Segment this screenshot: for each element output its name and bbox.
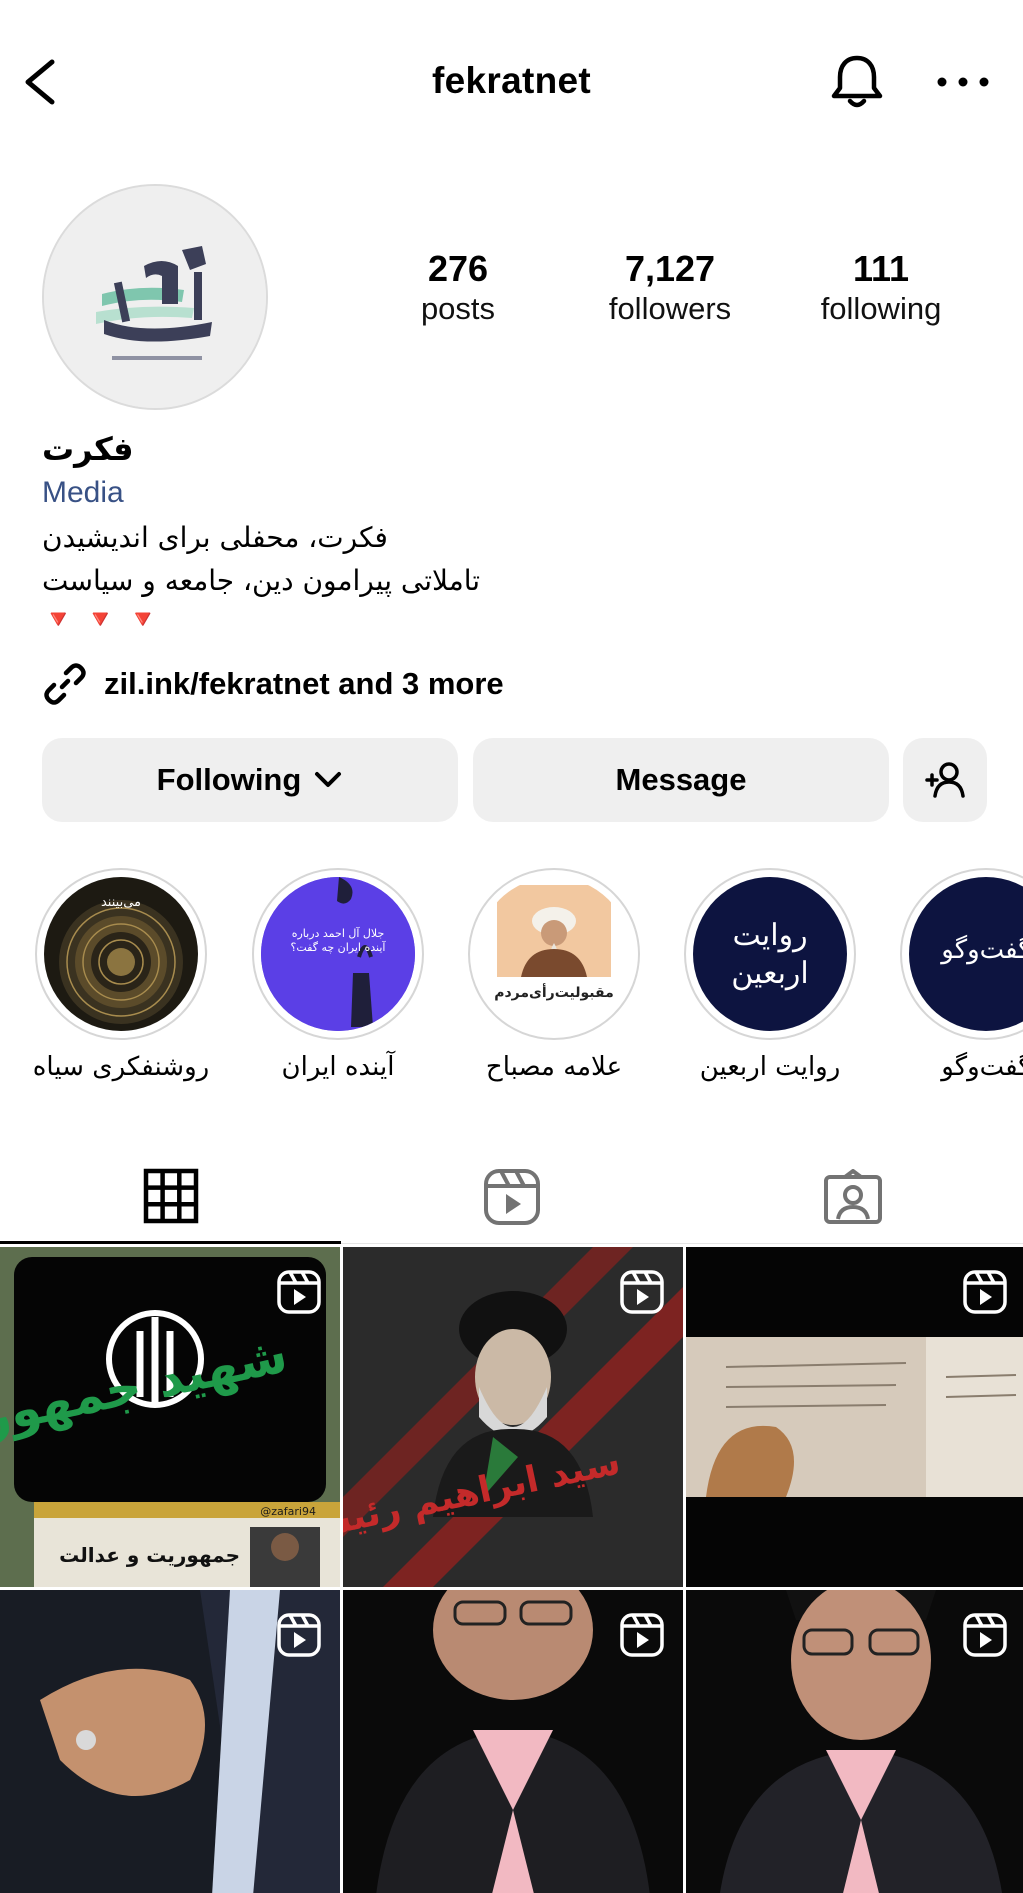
post-thumbnail[interactable] xyxy=(0,1590,340,1893)
post-caption-handle: @zafari94 xyxy=(260,1505,316,1518)
message-button-label: Message xyxy=(615,762,747,797)
posts-label: posts xyxy=(420,291,496,326)
fekrat-logo xyxy=(44,186,266,408)
highlight-cover: گفت‌وگو xyxy=(909,877,1023,1031)
highlight-label: علامه مصباح xyxy=(485,1052,623,1082)
posts-grid: شهید جمهور @zafari94 جمهوریت و عدالت سید… xyxy=(0,1247,1023,1893)
link-icon xyxy=(44,663,86,705)
post-thumbnail[interactable] xyxy=(343,1590,683,1893)
story-highlight[interactable]: می‌بینند روشنفکری سیاه xyxy=(13,868,229,1082)
highlight-label: آینده ایران xyxy=(281,1052,395,1082)
story-highlight[interactable]: گفت‌وگو گفت‌وگو xyxy=(878,868,1023,1082)
tab-reels[interactable] xyxy=(341,1150,682,1244)
following-count: 111 xyxy=(852,248,910,289)
suggested-accounts-button[interactable] xyxy=(903,738,987,822)
reel-icon xyxy=(620,1270,664,1314)
highlight-ring: مقبولیت‌رأی‌مردم xyxy=(468,868,640,1040)
profile-avatar[interactable] xyxy=(42,184,268,410)
tab-posts-grid[interactable] xyxy=(0,1150,341,1244)
more-horizontal-icon xyxy=(937,77,989,87)
top-bar: fekratnet xyxy=(0,0,1023,165)
profile-category: Media xyxy=(42,476,124,509)
highlight-ring: می‌بینند xyxy=(35,868,207,1040)
following-label: following xyxy=(820,291,942,326)
tab-tagged[interactable] xyxy=(682,1150,1023,1244)
bio-line: فکرت، محفلی برای اندیشیدن xyxy=(42,521,388,554)
message-button[interactable]: Message xyxy=(473,738,889,822)
post-thumbnail[interactable]: سید ابراهیم رئیسی xyxy=(343,1247,683,1587)
highlight-cover: جلال آل احمد درباره آینده ایران چه گفت؟ xyxy=(261,877,415,1031)
reel-icon xyxy=(277,1270,321,1314)
post-thumbnail[interactable] xyxy=(686,1590,1023,1893)
followers-label: followers xyxy=(608,291,732,326)
highlight-cover-text: جلال آل احمد درباره آینده ایران چه گفت؟ xyxy=(290,927,386,954)
post-thumbnail[interactable] xyxy=(686,1247,1023,1587)
post-caption-title: جمهوریت و عدالت xyxy=(59,1543,240,1567)
highlight-cover-text: می‌بینند xyxy=(100,895,141,910)
bell-icon xyxy=(831,55,883,108)
post-thumbnail[interactable]: شهید جمهور @zafari94 جمهوریت و عدالت xyxy=(0,1247,340,1587)
story-highlight[interactable]: روایت اربعین روایت اربعین xyxy=(662,868,878,1082)
profile-tab-bar xyxy=(0,1150,1023,1244)
reels-icon xyxy=(483,1169,540,1225)
chevron-down-icon xyxy=(315,772,342,787)
story-highlight[interactable]: جلال آل احمد درباره آینده ایران چه گفت؟ … xyxy=(230,868,446,1082)
profile-link[interactable]: zil.ink/fekratnet and 3 more xyxy=(42,658,504,710)
reel-icon xyxy=(620,1613,664,1657)
reel-icon xyxy=(963,1613,1007,1657)
tagged-icon xyxy=(823,1169,882,1224)
profile-full-name: فکرت xyxy=(42,431,134,467)
followers-count: 7,127 xyxy=(624,248,716,289)
story-highlight[interactable]: مقبولیت‌رأی‌مردم علامه مصباح xyxy=(446,868,662,1082)
profile-link-text: zil.ink/fekratnet and 3 more xyxy=(104,666,504,701)
following-button[interactable]: Following xyxy=(42,738,458,822)
highlight-cover: مقبولیت‌رأی‌مردم xyxy=(477,877,631,1031)
add-person-icon xyxy=(925,762,965,798)
following-stat[interactable]: 111 following xyxy=(800,248,962,328)
highlight-cover-text: مقبولیت‌رأی‌مردم xyxy=(494,985,614,1001)
highlight-cover-text: روایت اربعین xyxy=(731,918,809,991)
reel-icon xyxy=(963,1270,1007,1314)
grid-icon xyxy=(143,1168,198,1223)
more-options-button[interactable] xyxy=(928,62,998,102)
reel-icon xyxy=(277,1613,321,1657)
highlight-cover: می‌بینند xyxy=(44,877,198,1031)
highlight-ring: جلال آل احمد درباره آینده ایران چه گفت؟ xyxy=(252,868,424,1040)
highlight-label: روایت اربعین xyxy=(699,1052,841,1082)
highlight-label: روشنفکری سیاه xyxy=(32,1052,210,1082)
following-button-label: Following xyxy=(156,762,302,797)
highlight-label: گفت‌وگو xyxy=(941,1052,1023,1082)
highlight-ring: روایت اربعین xyxy=(684,868,856,1040)
bio-emoji-line: 🔻🔻🔻 xyxy=(42,604,170,634)
posts-stat[interactable]: 276 posts xyxy=(398,248,518,328)
profile-bio: فکرت Media فکرت، محفلی برای اندیشیدن تام… xyxy=(42,430,982,635)
highlight-ring: گفت‌وگو xyxy=(900,868,1023,1040)
highlight-cover: روایت اربعین xyxy=(693,877,847,1031)
posts-count: 276 xyxy=(427,248,489,289)
notifications-button[interactable] xyxy=(826,50,888,114)
followers-stat[interactable]: 7,127 followers xyxy=(585,248,755,328)
highlight-cover-text: گفت‌وگو xyxy=(941,935,1023,965)
bio-line: تاملاتی پیرامون دین، جامعه و سیاست xyxy=(42,564,481,597)
